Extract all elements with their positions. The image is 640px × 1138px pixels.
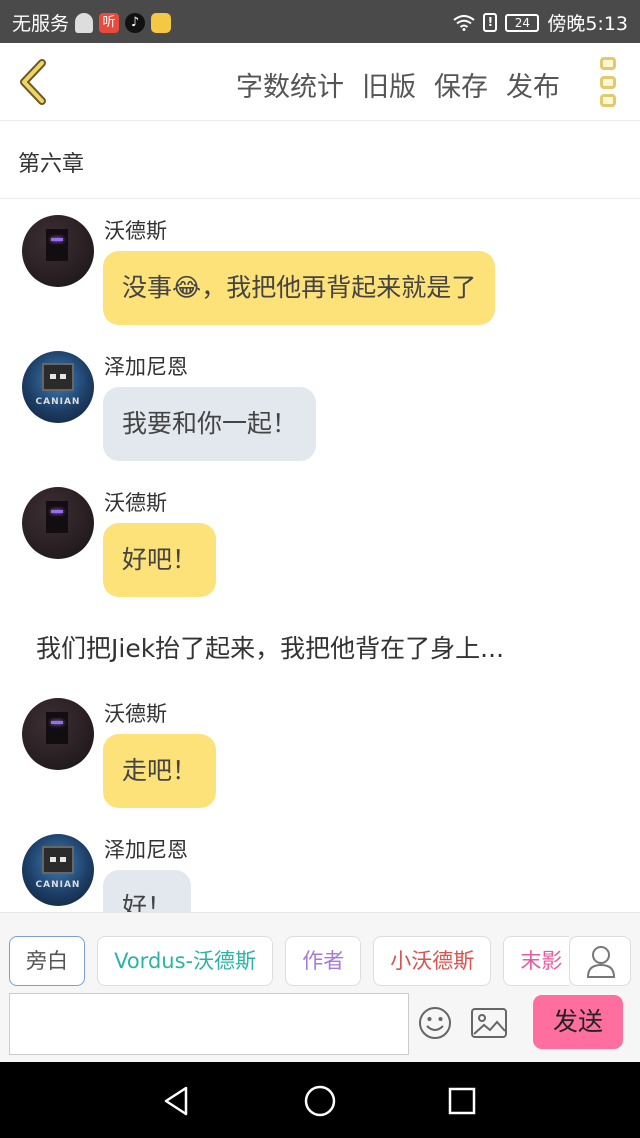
nav-home-icon[interactable] [303,1084,337,1118]
emoji-icon[interactable] [417,1005,453,1041]
nav-back-icon[interactable] [160,1084,194,1118]
message-bubble[interactable]: 好吧！ [103,523,217,597]
speaker-name: 沃德斯 [104,219,167,243]
speaker-name: 泽加尼恩 [104,838,188,862]
battery-icon: 24 [505,13,540,32]
avatar[interactable] [22,698,94,770]
role-chip-little-vordus[interactable]: 小沃德斯 [373,936,492,986]
narration-text[interactable]: 我们把Jiek抬了起来，我把他背在了身上... [36,629,504,665]
back-arrow-icon[interactable] [14,59,54,105]
speaker-name: 泽加尼恩 [104,355,188,379]
avatar-tag: CANIAN [35,880,81,890]
alert-icon: ! [483,13,498,32]
app-notification-icon [151,12,172,33]
message-bubble[interactable]: 没事😂，我把他再背起来就是了 [103,251,496,325]
avatar-tag: CANIAN [35,397,81,407]
image-icon[interactable] [470,1007,508,1039]
user-icon [586,946,616,978]
message-input[interactable] [9,993,409,1055]
old-version-button[interactable]: 旧版 [362,65,416,104]
clock-text: 傍晚5:13 [547,13,628,35]
avatar[interactable]: CANIAN [22,834,94,906]
speaker-name: 沃德斯 [104,702,167,726]
role-selector: 旁白 Vordus-沃德斯 作者 小沃德斯 末影 [9,936,569,986]
chat-list[interactable]: 沃德斯 没事😂，我把他再背起来就是了 CANIAN 泽加尼恩 我要和你一起！ 沃… [0,199,640,912]
carrier-text: 无服务 [12,13,70,35]
editor-header: 字数统计 旧版 保存 发布 [0,43,640,121]
header-actions: 字数统计 旧版 保存 发布 [236,65,560,104]
chapter-title[interactable]: 第六章 [0,121,640,199]
person-icon [75,12,94,33]
word-count-button[interactable]: 字数统计 [236,65,344,104]
role-manager-button[interactable] [569,936,631,986]
status-bar: 无服务 听 ♪ ! 24 傍晚5:13 [0,0,640,43]
publish-button[interactable]: 发布 [506,65,560,104]
role-chip-author[interactable]: 作者 [285,936,362,986]
role-chip-narrator[interactable]: 旁白 [9,936,85,986]
tiktok-icon: ♪ [125,12,146,33]
avatar[interactable] [22,215,94,287]
ting-app-icon: 听 [99,12,120,33]
save-button[interactable]: 保存 [434,65,488,104]
role-chip-vordus[interactable]: Vordus-沃德斯 [97,936,274,986]
role-chip-ender[interactable]: 末影 [503,936,569,986]
speaker-name: 沃德斯 [104,491,167,515]
message-bubble[interactable]: 走吧！ [103,734,217,808]
system-nav-bar [0,1062,640,1138]
wifi-icon [453,14,475,31]
message-bubble[interactable]: 好！ [103,870,192,912]
send-button[interactable]: 发送 [533,995,623,1049]
composer: 旁白 Vordus-沃德斯 作者 小沃德斯 末影 发送 [0,912,640,1062]
message-bubble[interactable]: 我要和你一起！ [103,387,317,461]
avatar[interactable] [22,487,94,559]
nav-recents-icon[interactable] [445,1084,479,1118]
more-menu-icon[interactable] [600,57,616,107]
avatar[interactable]: CANIAN [22,351,94,423]
